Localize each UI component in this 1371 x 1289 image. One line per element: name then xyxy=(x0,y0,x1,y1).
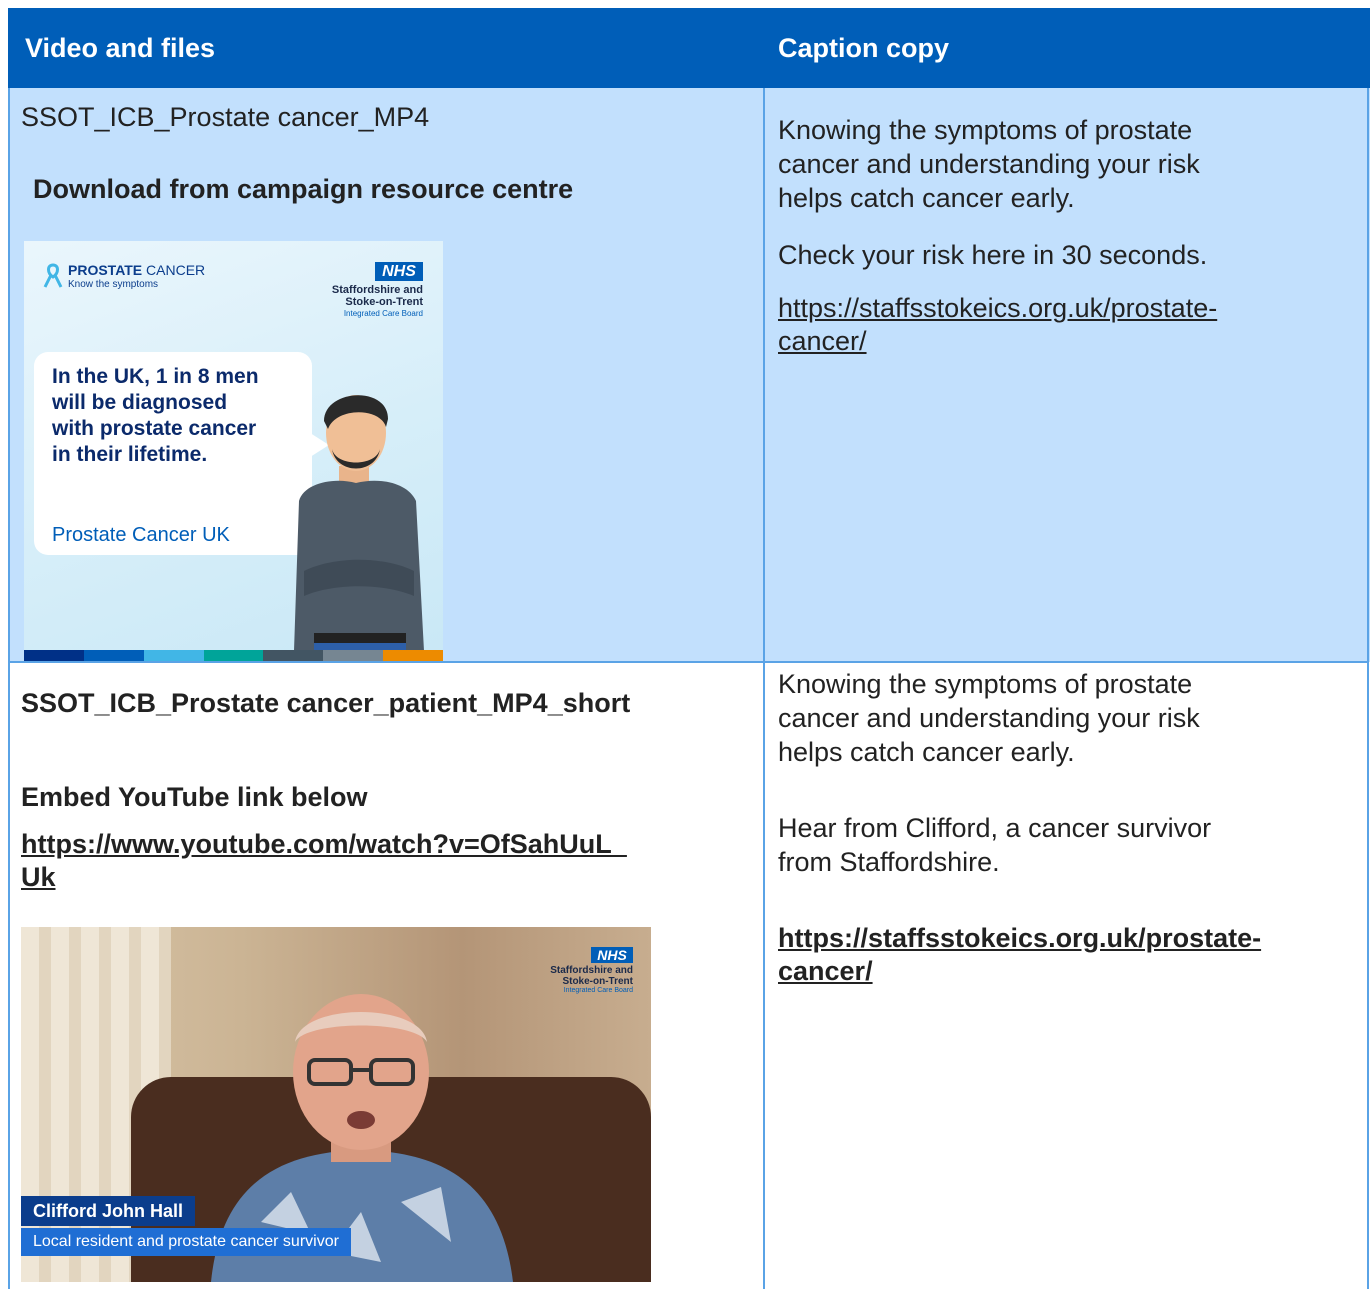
table-border-left xyxy=(8,88,10,1289)
file-name-1: SSOT_ICB_Prostate cancer_MP4 xyxy=(21,102,430,132)
prostate-cancer-link-2[interactable]: https://staffsstokeics.org.uk/prostate-c… xyxy=(778,922,1261,988)
caption-2-line-2: cancer and understanding your risk xyxy=(778,703,1200,733)
header-caption-copy: Caption copy xyxy=(778,32,950,63)
stripe-segment-2 xyxy=(83,650,144,661)
caption-1-line-2: cancer and understanding your risk xyxy=(778,149,1200,179)
stripe-segment-4 xyxy=(203,650,264,661)
caption-2-line-1: Knowing the symptoms of prostate xyxy=(778,669,1193,699)
nhs-logo: NHS xyxy=(591,947,633,963)
man-illustration xyxy=(294,395,424,651)
stripe-segment-3 xyxy=(143,650,204,661)
bubble-line-4: in their lifetime. xyxy=(52,443,208,466)
bubble-line-2: will be diagnosed xyxy=(52,391,228,414)
table-border-right xyxy=(1367,88,1369,1289)
poster-org-sub: Integrated Care Board xyxy=(343,309,423,318)
bubble-line-3: with prostate cancer xyxy=(52,417,257,440)
caption-1-line-1: Knowing the symptoms of prostate xyxy=(778,115,1193,145)
poster-brand-sub: Know the symptoms xyxy=(68,279,159,290)
caption-2-hear-line-2: from Staffordshire. xyxy=(778,847,1000,877)
awareness-ribbon-icon xyxy=(43,263,63,288)
poster-brand: PROSTATE CANCER xyxy=(68,262,206,278)
lower-third-name: Clifford John Hall xyxy=(21,1196,195,1226)
speech-bubble: In the UK, 1 in 8 men will be diagnosed … xyxy=(34,352,312,555)
header-video-files: Video and files xyxy=(25,32,216,63)
bubble-source: Prostate Cancer UK xyxy=(52,524,230,546)
document-page: Video and files Caption copy SSOT_ICB_Pr… xyxy=(0,0,1371,1289)
caption-1-line-3: helps catch cancer early. xyxy=(778,183,1075,213)
table-header-row: Video and files Caption copy xyxy=(8,8,1370,88)
bubble-line-1: In the UK, 1 in 8 men xyxy=(52,365,259,388)
download-instruction: Download from campaign resource centre xyxy=(33,174,574,204)
stripe-segment-5 xyxy=(263,650,324,661)
nhs-logo: NHS xyxy=(375,262,423,281)
prostate-cancer-poster-image: PROSTATE CANCER Know the symptoms NHS St… xyxy=(24,241,443,661)
table-column-divider xyxy=(763,88,765,1289)
poster-color-stripe xyxy=(24,650,443,661)
youtube-link[interactable]: https://www.youtube.com/watch?v=OfSahUuL… xyxy=(21,828,627,894)
lower-third-role: Local resident and prostate cancer survi… xyxy=(21,1228,351,1256)
stripe-segment-1 xyxy=(24,650,84,661)
photo-org-name: Staffordshire and Stoke-on-Trent xyxy=(550,965,633,987)
caption-2-line-3: helps catch cancer early. xyxy=(778,737,1075,767)
file-name-2: SSOT_ICB_Prostate cancer_patient_MP4_sho… xyxy=(21,688,631,718)
video-thumbnail-image: NHS Staffordshire and Stoke-on-Trent Int… xyxy=(21,927,651,1282)
prostate-cancer-link-1[interactable]: https://staffsstokeics.org.uk/prostate-c… xyxy=(778,292,1217,358)
table-row-divider xyxy=(8,661,1369,663)
caption-1-check-risk: Check your risk here in 30 seconds. xyxy=(778,240,1208,270)
caption-2-hear-line-1: Hear from Clifford, a cancer survivor xyxy=(778,813,1212,843)
poster-org-name: Staffordshire and Stoke-on-Trent xyxy=(331,284,423,308)
stripe-segment-7 xyxy=(383,650,443,661)
photo-org-sub: Integrated Care Board xyxy=(563,987,633,994)
stripe-segment-6 xyxy=(323,650,384,661)
embed-instruction: Embed YouTube link below xyxy=(21,782,368,812)
